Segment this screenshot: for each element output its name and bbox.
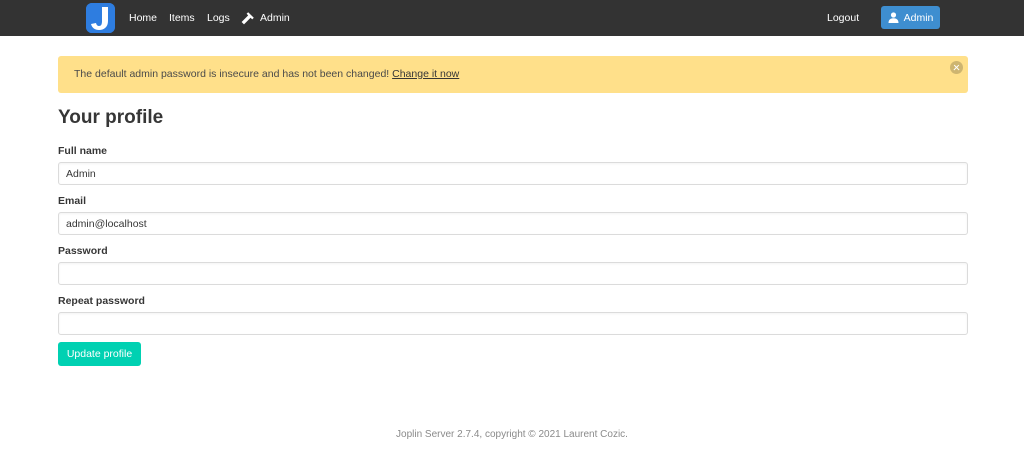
password-label: Password bbox=[58, 245, 108, 257]
user-menu-label: Admin bbox=[903, 11, 934, 24]
footer-copyright: Joplin Server 2.7.4, copyright © 2021 La… bbox=[396, 429, 628, 440]
user-icon bbox=[888, 12, 899, 23]
change-password-link[interactable]: Change it now bbox=[392, 68, 459, 80]
nav-items[interactable]: Items bbox=[169, 0, 195, 36]
joplin-logo[interactable] bbox=[86, 3, 115, 33]
repeat-password-input[interactable] bbox=[58, 312, 968, 335]
warning-message: The default admin password is insecure a… bbox=[74, 68, 393, 80]
full-name-input[interactable] bbox=[58, 162, 968, 185]
nav-admin-label: Admin bbox=[260, 12, 290, 24]
email-input[interactable] bbox=[58, 212, 968, 235]
top-navbar: Home Items Logs Admin Logout Admin bbox=[0, 0, 1024, 36]
email-label: Email bbox=[58, 195, 87, 207]
hammer-icon bbox=[241, 12, 254, 25]
joplin-logo-icon bbox=[86, 3, 115, 33]
logout-link[interactable]: Logout bbox=[827, 0, 859, 36]
update-profile-button[interactable]: Update profile bbox=[58, 342, 141, 366]
insecure-password-warning: The default admin password is insecure a… bbox=[58, 56, 968, 93]
nav-home[interactable]: Home bbox=[129, 0, 157, 36]
full-name-label: Full name bbox=[58, 145, 108, 157]
user-menu-button[interactable]: Admin bbox=[881, 6, 940, 29]
nav-admin[interactable]: Admin bbox=[241, 0, 290, 36]
close-icon[interactable] bbox=[950, 61, 963, 74]
password-input[interactable] bbox=[58, 262, 968, 285]
page-title: Your profile bbox=[58, 107, 164, 128]
nav-logs[interactable]: Logs bbox=[207, 0, 230, 36]
repeat-password-label: Repeat password bbox=[58, 295, 145, 307]
